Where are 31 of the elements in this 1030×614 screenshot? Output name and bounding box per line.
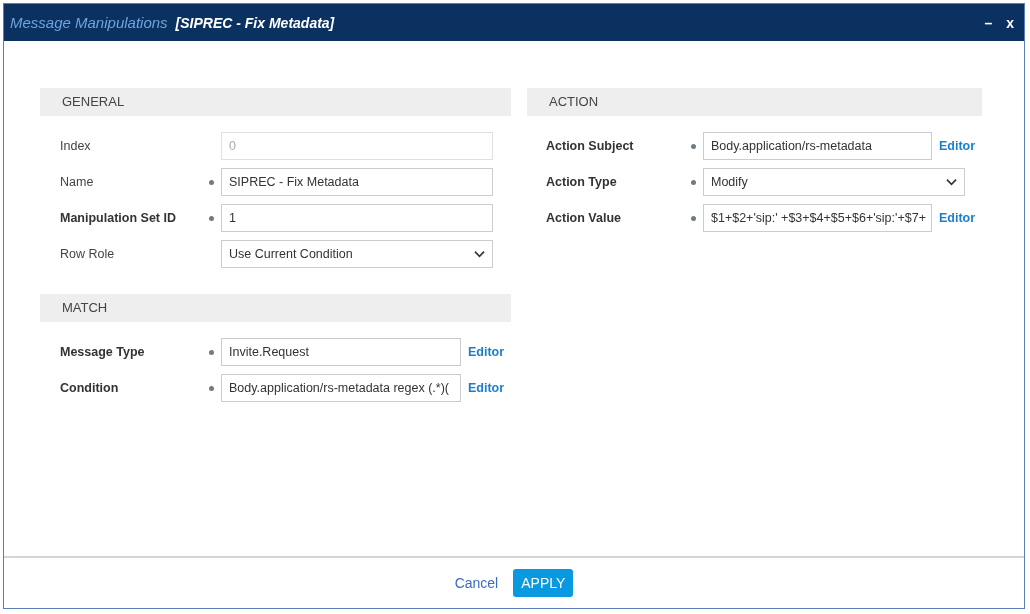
section-header: ACTION — [527, 88, 982, 116]
field-label: Name — [60, 175, 95, 189]
editor-link[interactable]: Editor — [468, 345, 505, 359]
section-header: GENERAL — [40, 88, 511, 116]
chevron-down-icon — [946, 178, 957, 186]
editor-link[interactable]: Editor — [939, 211, 976, 225]
field-label: Action Type — [546, 175, 618, 189]
input-field[interactable]: 1 — [221, 204, 493, 232]
field-label: Action Value — [546, 211, 622, 225]
section-header: MATCH — [40, 294, 511, 322]
window-subtitle: [SIPREC - Fix Metadata] — [175, 14, 335, 31]
minimize-button[interactable]: – — [980, 14, 997, 31]
window-title: Message Manipulations — [10, 14, 168, 31]
dropdown[interactable]: Modify — [703, 168, 965, 196]
input-field[interactable]: Body.application/rs-metadata — [703, 132, 932, 160]
field-label: Action Subject — [546, 139, 635, 153]
cancel-link[interactable]: Cancel — [454, 575, 499, 591]
editor-link[interactable]: Editor — [939, 139, 976, 153]
editor-link[interactable]: Editor — [468, 381, 505, 395]
field-label: Manipulation Set ID — [60, 211, 177, 225]
input-field[interactable]: $1+$2+'sip:' +$3+$4+$5+$6+'sip:'+$7+ — [703, 204, 932, 232]
dropdown[interactable]: Use Current Condition — [221, 240, 493, 268]
field-label: Index — [60, 139, 92, 153]
field-label: Condition — [60, 381, 120, 395]
input-field[interactable]: Body.application/rs-metadata regex (.*)( — [221, 374, 461, 402]
input-field[interactable]: SIPREC - Fix Metadata — [221, 168, 493, 196]
chevron-down-icon — [474, 250, 485, 258]
field-label: Message Type — [60, 345, 146, 359]
close-button[interactable]: x — [1002, 14, 1018, 31]
field-label: Row Role — [60, 247, 116, 261]
input-field[interactable]: Invite.Request — [221, 338, 461, 366]
